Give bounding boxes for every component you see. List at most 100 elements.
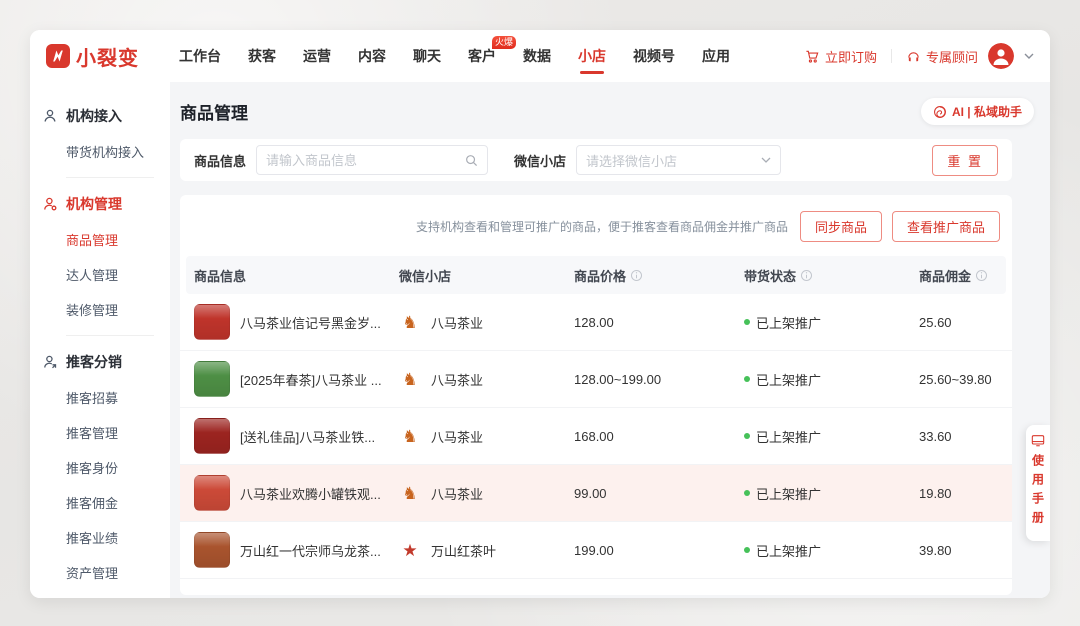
ai-assistant-button[interactable]: AI | 私域助手 — [921, 98, 1034, 125]
sidebar-item-decoration-management[interactable]: 装修管理 — [30, 292, 170, 327]
status-dot — [744, 376, 750, 382]
nav-workbench[interactable]: 工作台 — [179, 30, 221, 82]
person-share-icon — [42, 354, 58, 370]
shop-filter-label: 微信小店 — [514, 151, 566, 170]
brand-logo[interactable]: 小裂变 — [46, 42, 139, 71]
column-header-product: 商品信息 — [186, 266, 391, 285]
nav-channels[interactable]: 视频号 — [633, 30, 675, 82]
order-now-button[interactable]: 立即订购 — [805, 47, 877, 66]
product-price: 99.00 — [566, 486, 736, 501]
advisor-button[interactable]: 专属顾问 — [906, 47, 978, 66]
product-commission: 39.80 — [911, 543, 1006, 558]
page-title: 商品管理 — [180, 99, 248, 124]
product-thumbnail — [194, 418, 230, 454]
status-text: 已上架推广 — [756, 313, 821, 332]
product-name: [送礼佳品]八马茶业铁... — [240, 427, 375, 446]
info-icon[interactable] — [630, 269, 643, 282]
divider — [66, 177, 154, 178]
order-now-label: 立即订购 — [825, 47, 877, 66]
product-thumbnail — [194, 361, 230, 397]
main-nav: 工作台 获客 运营 内容 聊天 客户 火爆 数据 小店 视频号 应用 — [179, 30, 730, 82]
shop-logo: ★ — [399, 542, 421, 559]
product-thumbnail — [194, 475, 230, 511]
sidebar-item-promoter-identity[interactable]: 推客身份 — [30, 450, 170, 485]
user-manual-tab[interactable]: 使用手册 — [1026, 425, 1050, 541]
column-header-price: 商品价格 — [566, 266, 736, 285]
table-header: 商品信息 微信小店 商品价格 带货状态 商品佣金 — [186, 256, 1006, 294]
shop-name: 万山红茶叶 — [431, 541, 496, 560]
advisor-label: 专属顾问 — [926, 47, 978, 66]
nav-content[interactable]: 内容 — [358, 30, 386, 82]
shop-name: 八马茶业 — [431, 370, 483, 389]
nav-acquisition[interactable]: 获客 — [248, 30, 276, 82]
table-row-highlighted[interactable]: 八马茶业欢腾小罐铁观... ♞八马茶业 99.00 已上架推广 19.80 — [180, 465, 1012, 522]
sidebar-section-label: 机构管理 — [66, 194, 122, 214]
sync-products-button[interactable]: 同步商品 — [800, 211, 882, 242]
product-search-input[interactable] — [266, 153, 459, 168]
sidebar-item-promoter-performance[interactable]: 推客业绩 — [30, 520, 170, 555]
sidebar-item-org-access-entry[interactable]: 带货机构接入 — [30, 134, 170, 169]
product-name: 万山红一代宗师乌龙茶... — [240, 541, 381, 560]
product-price: 128.00~199.00 — [566, 372, 736, 387]
sidebar-item-talent-management[interactable]: 达人管理 — [30, 257, 170, 292]
app-window: 小裂变 工作台 获客 运营 内容 聊天 客户 火爆 数据 小店 视频号 应用 立… — [30, 30, 1050, 598]
table-row[interactable]: 万山红一代宗师乌龙茶... ★万山红茶叶 199.00 已上架推广 39.80 — [180, 522, 1012, 579]
column-header-status: 带货状态 — [736, 266, 911, 285]
info-icon[interactable] — [975, 269, 988, 282]
nav-apps[interactable]: 应用 — [702, 30, 730, 82]
table-row[interactable]: [2025年春茶]八马茶业 ... ♞八马茶业 128.00~199.00 已上… — [180, 351, 1012, 408]
shop-name: 八马茶业 — [431, 484, 483, 503]
status-text: 已上架推广 — [756, 370, 821, 389]
sidebar-section-org-access[interactable]: 机构接入 — [30, 98, 170, 134]
product-price: 199.00 — [566, 543, 736, 558]
sidebar-item-promoter-recruit[interactable]: 推客招募 — [30, 380, 170, 415]
search-icon[interactable] — [465, 154, 478, 167]
nav-chat[interactable]: 聊天 — [413, 30, 441, 82]
sidebar-section-label: 推客分销 — [66, 352, 122, 372]
product-search-field[interactable] — [256, 145, 488, 175]
top-navbar: 小裂变 工作台 获客 运营 内容 聊天 客户 火爆 数据 小店 视频号 应用 立… — [30, 30, 1050, 82]
table-row[interactable]: [送礼佳品]八马茶业铁... ♞八马茶业 168.00 已上架推广 33.60 — [180, 408, 1012, 465]
nav-customer[interactable]: 客户 火爆 — [468, 30, 496, 82]
nav-data[interactable]: 数据 — [523, 30, 551, 82]
status-dot — [744, 547, 750, 553]
shop-name: 八马茶业 — [431, 427, 483, 446]
sidebar-item-promoter-management[interactable]: 推客管理 — [30, 415, 170, 450]
headset-icon — [906, 49, 921, 64]
status-dot — [744, 490, 750, 496]
shop-select-placeholder: 请选择微信小店 — [586, 151, 761, 170]
product-thumbnail — [194, 532, 230, 568]
book-icon — [1031, 434, 1045, 447]
product-price: 168.00 — [566, 429, 736, 444]
shop-select[interactable]: 请选择微信小店 — [576, 145, 781, 175]
shop-logo: ♞ — [399, 485, 421, 502]
topbar-right: 立即订购 专属顾问 — [805, 43, 1034, 69]
divider — [891, 49, 892, 63]
nav-operation[interactable]: 运营 — [303, 30, 331, 82]
product-name: [2025年春茶]八马茶业 ... — [240, 370, 382, 389]
sidebar-section-org-management[interactable]: 机构管理 — [30, 186, 170, 222]
shop-name: 八马茶业 — [431, 313, 483, 332]
user-avatar[interactable] — [988, 43, 1014, 69]
info-icon[interactable] — [800, 269, 813, 282]
ai-swirl-icon — [933, 105, 947, 119]
table-row[interactable]: 八马茶业信记号黑金岁... ♞八马茶业 128.00 已上架推广 25.60 — [180, 294, 1012, 351]
view-promoted-products-button[interactable]: 查看推广商品 — [892, 211, 1000, 242]
shop-logo: ♞ — [399, 428, 421, 445]
reset-button[interactable]: 重 置 — [932, 145, 998, 176]
status-dot — [744, 319, 750, 325]
sidebar-section-label: 机构接入 — [66, 106, 122, 126]
nav-shop[interactable]: 小店 — [578, 30, 606, 82]
product-commission: 25.60~39.80 — [911, 372, 1006, 387]
sidebar-item-promoter-commission[interactable]: 推客佣金 — [30, 485, 170, 520]
product-commission: 33.60 — [911, 429, 1006, 444]
sidebar-section-promoter-distribution[interactable]: 推客分销 — [30, 344, 170, 380]
brand-name: 小裂变 — [76, 42, 139, 71]
sidebar-item-product-management[interactable]: 商品管理 — [30, 222, 170, 257]
chevron-down-icon[interactable] — [1024, 53, 1034, 60]
sidebar: 机构接入 带货机构接入 机构管理 商品管理 达人管理 装修管理 推客分销 推客招… — [30, 82, 170, 598]
sidebar-item-asset-management[interactable]: 资产管理 — [30, 555, 170, 590]
lightning-logo-icon — [46, 44, 70, 68]
product-name: 八马茶业信记号黑金岁... — [240, 313, 381, 332]
product-filter-label: 商品信息 — [194, 151, 246, 170]
